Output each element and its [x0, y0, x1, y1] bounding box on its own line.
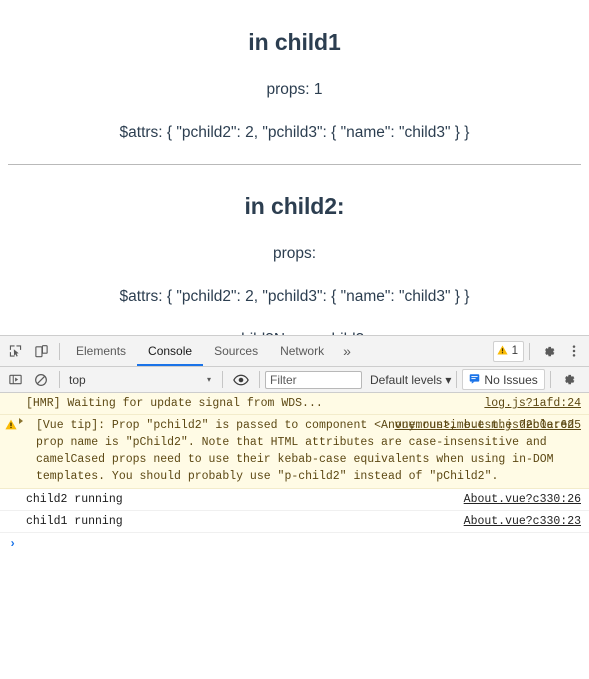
warning-triangle-icon	[497, 345, 508, 358]
child1-props-line: props: 1	[266, 81, 323, 98]
inspect-element-icon[interactable]	[2, 338, 28, 364]
console-message-warning[interactable]: vue.runtime.esm.js?2b0e:625 [Vue tip]: P…	[0, 415, 589, 489]
console-prompt[interactable]: ›	[0, 533, 589, 555]
tab-sources[interactable]: Sources	[203, 336, 269, 366]
devtools-menu-icon[interactable]	[561, 338, 587, 364]
live-expression-eye-icon[interactable]	[228, 367, 254, 393]
filterbar-divider-5	[549, 371, 551, 388]
child2-attrs-line: $attrs: { "pchild2": 2, "pchild3": { "na…	[119, 288, 470, 305]
filterbar-divider-3	[259, 371, 260, 388]
filterbar-divider-1	[59, 371, 60, 388]
expand-triangle-icon[interactable]	[19, 418, 23, 424]
clear-console-icon[interactable]	[28, 367, 54, 393]
log-levels-selector[interactable]: Default levels ▾	[370, 373, 451, 387]
device-toolbar-icon[interactable]	[28, 338, 54, 364]
execution-context-selector[interactable]: top ▾	[65, 373, 217, 387]
console-message-text: child2 running	[26, 493, 123, 506]
child2-props-line: props:	[272, 245, 317, 262]
console-message-source-link[interactable]: About.vue?c330:23	[464, 513, 581, 530]
console-message-log[interactable]: child2 running About.vue?c330:26	[0, 489, 589, 511]
console-filterbar: top ▾ Default levels ▾	[0, 367, 589, 393]
tab-network[interactable]: Network	[269, 336, 335, 366]
console-sidebar-toggle-icon[interactable]	[2, 367, 28, 393]
console-message-hmr[interactable]: [HMR] Waiting for update signal from WDS…	[0, 393, 589, 415]
console-message-log[interactable]: child1 running About.vue?c330:23	[0, 511, 589, 533]
chevron-down-icon: ▾	[206, 375, 211, 384]
issues-flag-icon	[469, 373, 480, 387]
warning-count-badge[interactable]: 1	[492, 340, 524, 362]
console-message-text: [HMR] Waiting for update signal from WDS…	[26, 397, 323, 410]
web-page-content: in child1 props: 1 $attrs: { "pchild2": …	[0, 0, 589, 372]
tab-elements[interactable]: Elements	[65, 336, 137, 366]
filterbar-divider-4	[456, 371, 458, 388]
child1-attrs-line: $attrs: { "pchild2": 2, "pchild3": { "na…	[119, 124, 470, 141]
child1-section: in child1 props: 1 $attrs: { "pchild2": …	[0, 29, 589, 142]
devtools-panel: Elements Console Sources Network » 1 top…	[0, 335, 589, 679]
execution-context-label: top	[69, 372, 86, 387]
console-message-source-link[interactable]: log.js?1afd:24	[484, 395, 581, 412]
warning-count-label: 1	[511, 345, 518, 357]
console-message-text: child1 running	[26, 515, 123, 528]
settings-gear-icon[interactable]	[535, 338, 561, 364]
log-levels-label: Default levels	[370, 372, 443, 387]
warning-triangle-icon	[5, 419, 17, 430]
child2-heading: in child2:	[244, 193, 345, 219]
tab-console[interactable]: Console	[137, 336, 204, 366]
devtools-tabbar: Elements Console Sources Network » 1	[0, 336, 589, 367]
section-divider-1	[8, 164, 581, 165]
issues-label: No Issues	[484, 372, 538, 387]
console-message-list: [HMR] Waiting for update signal from WDS…	[0, 393, 589, 555]
tabbar-divider-right	[529, 342, 530, 360]
console-settings-gear-icon[interactable]	[556, 367, 582, 393]
more-tabs-icon[interactable]: »	[335, 336, 359, 366]
log-levels-chevron-down-icon: ▾	[445, 372, 452, 387]
toolbar-divider	[59, 342, 60, 360]
filterbar-divider-2	[222, 371, 223, 388]
console-message-source-link[interactable]: vue.runtime.esm.js?2b0e:625	[395, 417, 581, 434]
child2-section: in child2: props: $attrs: { "pchild2": 2…	[0, 193, 589, 349]
issues-badge[interactable]: No Issues	[462, 369, 545, 390]
prompt-chevron-icon: ›	[9, 537, 17, 551]
child1-heading: in child1	[248, 29, 341, 55]
console-message-source-link[interactable]: About.vue?c330:26	[464, 491, 581, 508]
console-filter-input[interactable]	[265, 370, 362, 389]
